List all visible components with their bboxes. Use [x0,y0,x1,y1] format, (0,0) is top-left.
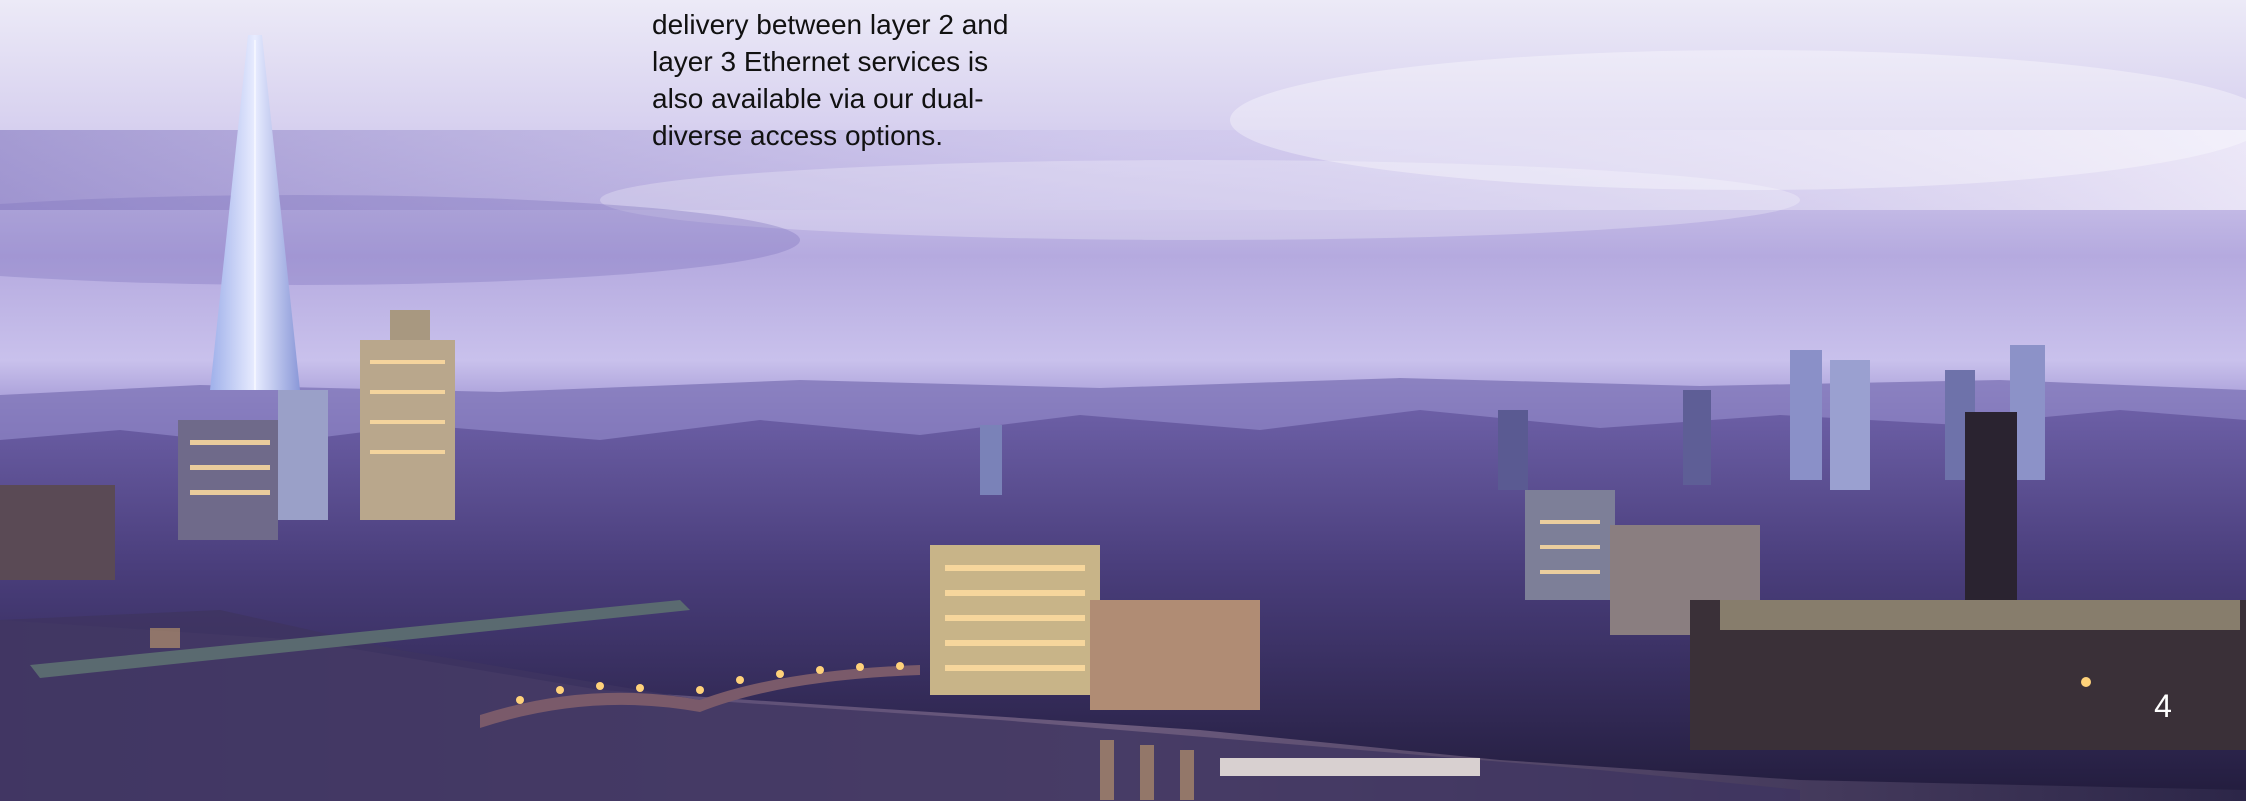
body-line: delivery between layer 2 and [652,9,1009,40]
london-skyline-photo [0,0,2246,801]
body-line: also available via our dual- [652,83,984,114]
page-number: 4 [2154,688,2172,724]
body-line: layer 3 Ethernet services is [652,46,989,77]
body-line: diverse access options. [652,120,944,151]
brochure-page: delivery between layer 2 and layer 3 Eth… [0,0,2246,801]
body-paragraph: delivery between layer 2 and layer 3 Eth… [652,6,1072,154]
